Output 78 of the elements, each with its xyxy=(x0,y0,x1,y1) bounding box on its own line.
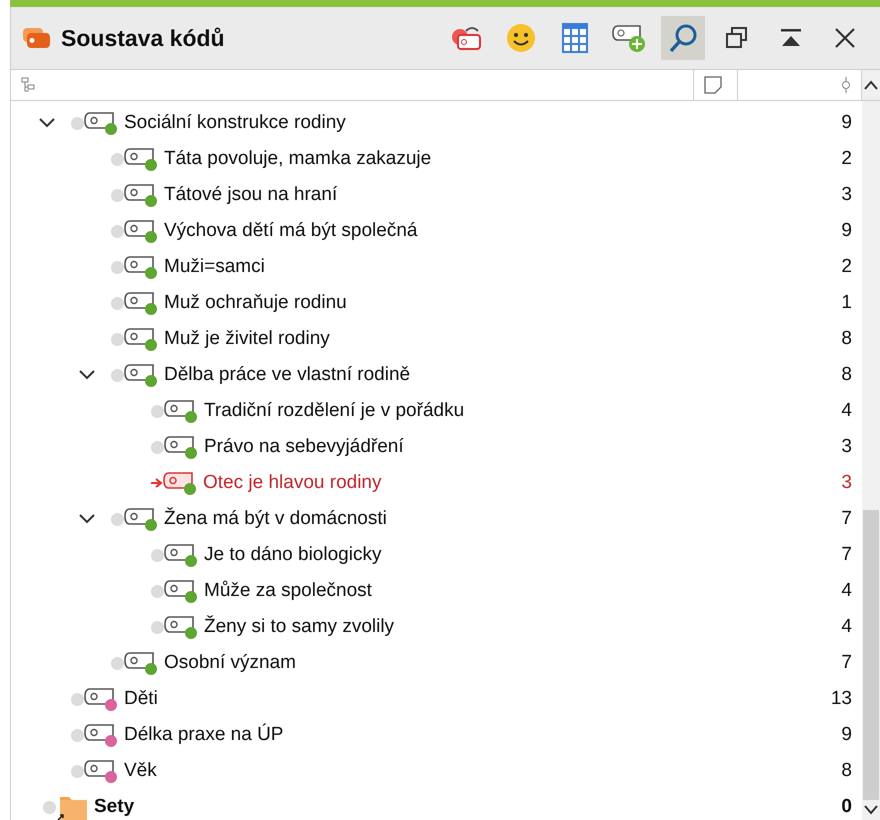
frequency-icon xyxy=(841,76,851,94)
tag-add-icon xyxy=(612,23,646,53)
code-name[interactable]: Muž ochraňuje rodinu xyxy=(164,292,842,314)
arrow-icon xyxy=(151,478,163,488)
coded-segments-count: 8 xyxy=(841,364,852,386)
coded-segments-count: 3 xyxy=(841,184,852,206)
coded-segments-count: 4 xyxy=(841,616,852,638)
coded-segments-count: 7 xyxy=(841,544,852,566)
coded-segments-count: 8 xyxy=(841,328,852,350)
coded-segments-count: 9 xyxy=(841,724,852,746)
chevron-icon[interactable] xyxy=(39,118,55,128)
scroll-down-icon[interactable] xyxy=(864,804,878,816)
status-dot-icon xyxy=(111,188,124,202)
coded-segments-count: 4 xyxy=(841,400,852,422)
code-name[interactable]: Muž je živitel rodiny xyxy=(164,328,842,350)
coded-segments-count: 2 xyxy=(841,148,852,170)
coded-segments-count: 7 xyxy=(841,652,852,674)
table-icon xyxy=(562,23,588,53)
status-dot-icon xyxy=(111,296,124,310)
code-name[interactable]: Výchova dětí má být společná xyxy=(164,220,842,242)
code-name[interactable]: Dělba práce ve vlastní rodině xyxy=(164,364,842,386)
code-name[interactable]: Právo na sebevyjádření xyxy=(204,436,842,458)
coded-segments-count: 13 xyxy=(830,688,852,710)
coded-segments-count: 1 xyxy=(841,292,852,314)
code-name[interactable]: Tradiční rozdělení je v pořádku xyxy=(204,400,842,422)
coded-segments-count: 9 xyxy=(841,112,852,134)
status-dot-icon xyxy=(71,764,84,778)
status-dot-icon xyxy=(111,656,124,670)
scrollbar-thumb[interactable] xyxy=(863,510,879,800)
status-dot-icon xyxy=(111,152,124,166)
status-dot-icon xyxy=(151,620,164,634)
code-name[interactable]: Děti xyxy=(124,688,831,710)
coded-segments-count: 9 xyxy=(841,220,852,242)
sets-count: 0 xyxy=(841,796,852,818)
status-dot-icon xyxy=(111,224,124,238)
code-name[interactable]: Sociální konstrukce rodiny xyxy=(124,112,842,134)
panel-title: Soustava kódů xyxy=(61,24,226,52)
coded-segments-count: 3 xyxy=(841,472,852,494)
search-button[interactable] xyxy=(661,16,705,60)
memo-icon xyxy=(704,76,722,94)
code-name[interactable]: Délka praxe na ÚP xyxy=(124,724,842,746)
code-name[interactable]: Ženy si to samy zvolily xyxy=(204,616,842,638)
status-dot-icon xyxy=(151,440,164,454)
smiley-icon xyxy=(506,23,536,53)
coded-segments-count: 4 xyxy=(841,580,852,602)
code-name[interactable]: Žena má být v domácnosti xyxy=(164,508,842,530)
tree-structure-icon xyxy=(21,77,35,93)
chevron-icon[interactable] xyxy=(79,514,95,524)
code-name[interactable]: Táta povoluje, mamka zakazuje xyxy=(164,148,842,170)
close-icon xyxy=(834,27,856,49)
status-dot-icon xyxy=(111,512,124,526)
status-dot-icon xyxy=(151,584,164,598)
code-name[interactable]: Je to dáno biologicky xyxy=(204,544,842,566)
sets-label[interactable]: Sety xyxy=(94,796,842,818)
search-icon xyxy=(668,23,698,53)
code-system-logo-icon xyxy=(21,26,51,50)
chevron-icon[interactable] xyxy=(79,370,95,380)
scroll-up-icon[interactable] xyxy=(864,80,878,90)
status-dot-icon xyxy=(71,728,84,742)
code-name[interactable]: Muži=samci xyxy=(164,256,842,278)
status-dot-icon xyxy=(111,368,124,382)
coded-segments-count: 2 xyxy=(841,256,852,278)
status-dot-icon xyxy=(71,116,84,130)
code-name[interactable]: Otec je hlavou rodiny xyxy=(203,472,842,494)
status-dot-icon xyxy=(111,332,124,346)
coded-segments-count: 3 xyxy=(841,436,852,458)
coded-segments-count: 7 xyxy=(841,508,852,530)
status-dot-icon xyxy=(151,548,164,562)
code-name[interactable]: Tátové jsou na hraní xyxy=(164,184,842,206)
status-dot-icon xyxy=(71,692,84,706)
status-dot-icon xyxy=(151,404,164,418)
code-name[interactable]: Věk xyxy=(124,760,842,782)
coded-segments-count: 8 xyxy=(841,760,852,782)
status-dot-icon xyxy=(111,260,124,274)
code-name[interactable]: Osobní význam xyxy=(164,652,842,674)
code-name[interactable]: Může za společnost xyxy=(204,580,842,602)
restore-window-icon xyxy=(725,26,749,50)
status-dot-icon xyxy=(43,800,56,814)
